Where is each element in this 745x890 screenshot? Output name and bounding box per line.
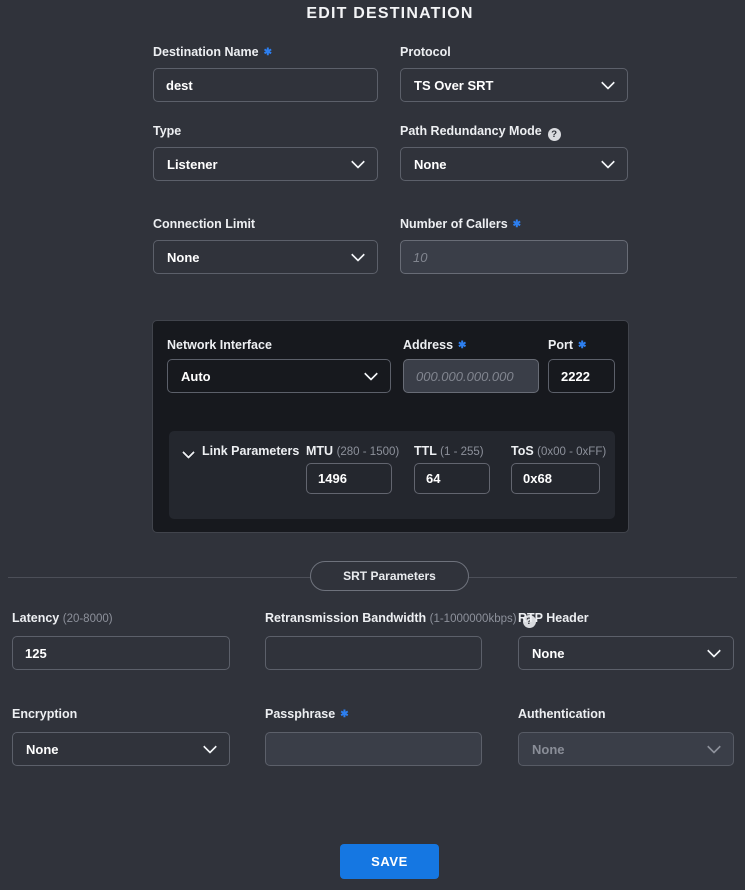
- authentication-select: None: [518, 732, 734, 766]
- edit-destination-form: EDIT DESTINATION Destination Name✱ Proto…: [0, 0, 745, 890]
- path-redundancy-value: None: [414, 157, 447, 172]
- rtp-header-select[interactable]: None: [518, 636, 734, 670]
- passphrase-input[interactable]: [265, 732, 482, 766]
- link-parameters-panel: Link Parameters MTU (280 - 1500) TTL (1 …: [169, 431, 615, 519]
- form-row-name-protocol: Destination Name✱ Protocol TS Over SRT: [153, 45, 628, 102]
- protocol-select[interactable]: TS Over SRT: [400, 68, 628, 102]
- chevron-down-icon: [203, 740, 217, 754]
- path-redundancy-select[interactable]: None: [400, 147, 628, 181]
- encryption-select[interactable]: None: [12, 732, 230, 766]
- latency-hint: (20-8000): [63, 613, 113, 625]
- form-row-limit-callers: Connection Limit None Number of Callers✱: [153, 217, 628, 274]
- passphrase-field: Passphrase✱: [265, 707, 482, 766]
- ttl-input[interactable]: [414, 463, 490, 494]
- retransmission-bandwidth-input[interactable]: [265, 636, 482, 670]
- network-interface-select[interactable]: Auto: [167, 359, 391, 393]
- mtu-input[interactable]: [306, 463, 392, 494]
- chevron-down-icon: [707, 644, 721, 658]
- protocol-label: Protocol: [400, 45, 628, 60]
- required-asterisk: ✱: [264, 47, 272, 58]
- latency-field: Latency (20-8000): [12, 611, 230, 670]
- mtu-hint: (280 - 1500): [337, 446, 400, 458]
- network-interface-label: Network Interface: [167, 338, 272, 353]
- chevron-down-icon: [351, 248, 365, 262]
- required-asterisk: ✱: [340, 709, 348, 720]
- number-of-callers-input: [400, 240, 628, 274]
- chevron-down-icon: [601, 76, 615, 90]
- required-asterisk: ✱: [578, 340, 586, 351]
- retransmission-bandwidth-label: Retransmission Bandwidth (1-1000000kbps)…: [265, 611, 482, 626]
- form-row-type-redundancy: Type Listener Path Redundancy Mode? None: [153, 124, 628, 181]
- type-select[interactable]: Listener: [153, 147, 378, 181]
- path-redundancy-label: Path Redundancy Mode?: [400, 124, 628, 139]
- required-asterisk: ✱: [513, 219, 521, 230]
- latency-input[interactable]: [12, 636, 230, 670]
- ttl-hint: (1 - 255): [440, 446, 483, 458]
- type-label: Type: [153, 124, 378, 139]
- authentication-value: None: [532, 742, 565, 757]
- help-icon[interactable]: ?: [548, 128, 561, 141]
- encryption-field: Encryption None: [12, 707, 230, 766]
- network-panel: Network Interface Address✱ Port✱ Auto Li…: [152, 320, 629, 533]
- network-interface-value: Auto: [181, 369, 211, 384]
- authentication-label: Authentication: [518, 707, 734, 722]
- rtp-header-field: RTP Header None: [518, 611, 734, 670]
- link-parameters-label[interactable]: Link Parameters: [202, 444, 299, 459]
- tos-input[interactable]: [511, 463, 600, 494]
- chevron-down-icon: [351, 155, 365, 169]
- retransmission-bandwidth-field: Retransmission Bandwidth (1-1000000kbps)…: [265, 611, 482, 670]
- encryption-label: Encryption: [12, 707, 230, 722]
- destination-name-input[interactable]: [153, 68, 378, 102]
- save-button[interactable]: SAVE: [340, 844, 439, 879]
- page-title: EDIT DESTINATION: [306, 5, 473, 23]
- number-of-callers-label: Number of Callers✱: [400, 217, 628, 232]
- port-input[interactable]: [548, 359, 615, 393]
- connection-limit-select[interactable]: None: [153, 240, 378, 274]
- rtp-header-label: RTP Header: [518, 611, 734, 626]
- address-input: [403, 359, 539, 393]
- rtp-header-value: None: [532, 646, 565, 661]
- authentication-field: Authentication None: [518, 707, 734, 766]
- tos-label: ToS (0x00 - 0xFF): [511, 444, 606, 459]
- encryption-value: None: [26, 742, 59, 757]
- type-value: Listener: [167, 157, 218, 172]
- protocol-value: TS Over SRT: [414, 78, 493, 93]
- chevron-down-icon: [601, 155, 615, 169]
- address-label: Address✱: [403, 338, 466, 353]
- passphrase-label: Passphrase✱: [265, 707, 482, 722]
- retransmission-bandwidth-hint: (1-1000000kbps): [430, 613, 517, 625]
- connection-limit-label: Connection Limit: [153, 217, 378, 232]
- ttl-label: TTL (1 - 255): [414, 444, 484, 459]
- connection-limit-value: None: [167, 250, 200, 265]
- tos-hint: (0x00 - 0xFF): [537, 446, 606, 458]
- destination-name-label: Destination Name✱: [153, 45, 378, 60]
- chevron-down-icon: [364, 367, 378, 381]
- port-label: Port✱: [548, 338, 586, 353]
- collapse-chevron-icon[interactable]: [182, 446, 195, 459]
- chevron-down-icon: [707, 740, 721, 754]
- srt-parameters-badge: SRT Parameters: [310, 561, 469, 591]
- latency-label: Latency (20-8000): [12, 611, 230, 626]
- mtu-label: MTU (280 - 1500): [306, 444, 399, 459]
- required-asterisk: ✱: [458, 340, 466, 351]
